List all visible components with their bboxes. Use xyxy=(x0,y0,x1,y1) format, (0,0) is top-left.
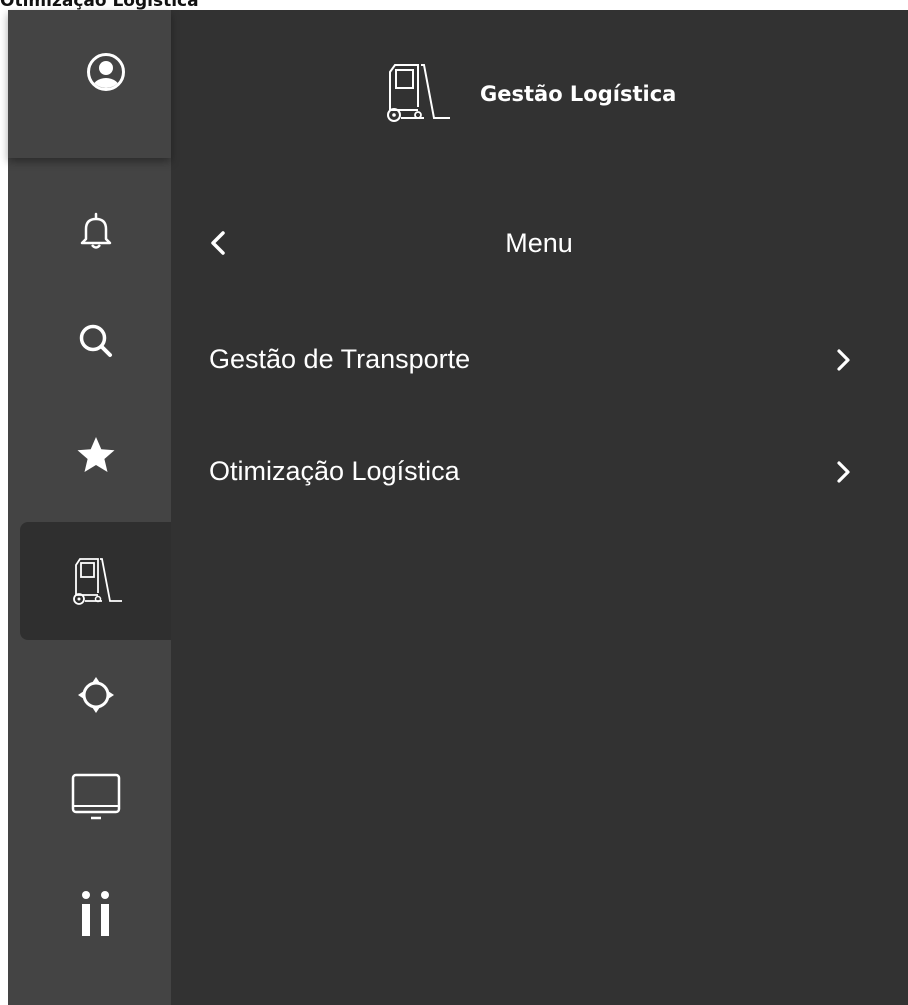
monitor-icon xyxy=(71,772,121,822)
info-icon xyxy=(78,889,114,937)
forklift-icon xyxy=(380,60,452,129)
app-window: Gestão Logística Menu Gestão de Transpor… xyxy=(8,10,908,1005)
menu-title: Menu xyxy=(505,228,573,258)
bell-icon xyxy=(79,212,113,250)
search-button[interactable] xyxy=(20,282,171,400)
icon-rail xyxy=(8,10,171,1005)
menu-item-label: Gestão de Transporte xyxy=(209,344,471,374)
chevron-right-icon xyxy=(836,348,852,377)
target-button[interactable] xyxy=(20,636,171,754)
menu-item-otimizacao-logistica[interactable]: Otimização Logística xyxy=(200,442,860,502)
menu-header: Menu xyxy=(200,218,860,268)
favorites-button[interactable] xyxy=(20,396,171,514)
page-header: Otimização Logística xyxy=(0,0,908,10)
logistics-button[interactable] xyxy=(20,522,171,640)
brand-title: Gestão Logística xyxy=(480,82,677,106)
crosshair-icon xyxy=(77,676,115,714)
star-icon xyxy=(76,436,116,474)
user-avatar-icon xyxy=(86,52,126,97)
info-button[interactable] xyxy=(20,854,171,972)
forklift-icon xyxy=(68,555,124,607)
brand-header: Gestão Logística xyxy=(380,62,676,126)
menu-item-label: Otimização Logística xyxy=(209,456,460,486)
page-header-text: Otimização Logística xyxy=(0,0,199,10)
notifications-button[interactable] xyxy=(20,172,171,290)
menu-item-gestao-de-transporte[interactable]: Gestão de Transporte xyxy=(200,330,860,390)
display-button[interactable] xyxy=(20,738,171,856)
search-icon xyxy=(78,323,114,359)
chevron-right-icon xyxy=(836,460,852,489)
profile-button[interactable] xyxy=(8,10,171,158)
